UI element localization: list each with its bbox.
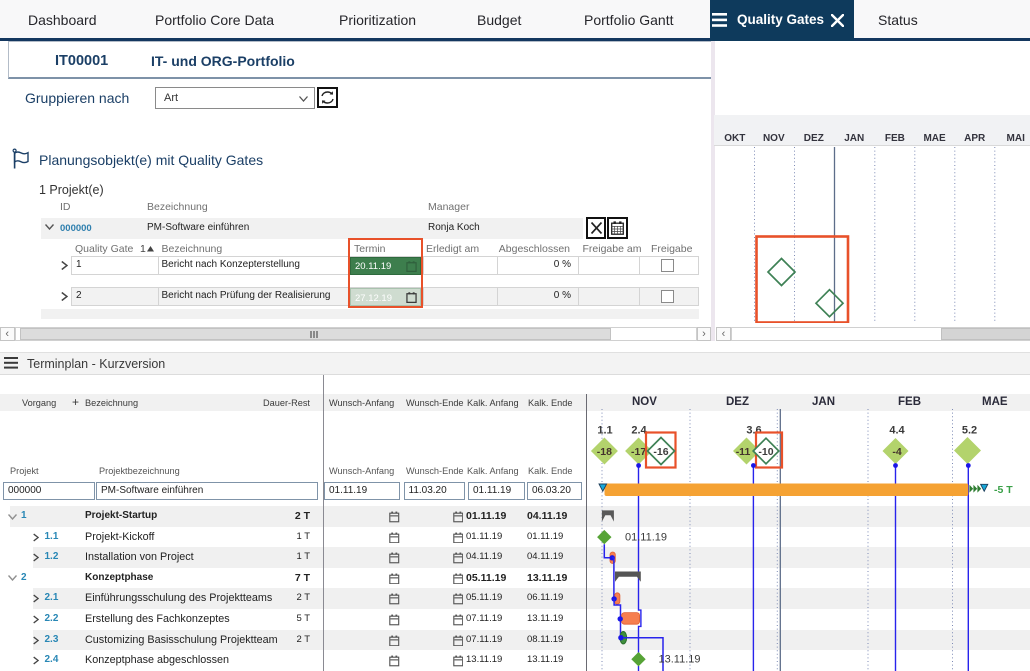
svg-text:4.4: 4.4 xyxy=(889,424,905,436)
svg-text:-17: -17 xyxy=(631,446,646,458)
svg-text:1.1: 1.1 xyxy=(597,424,612,436)
svg-text:APR: APR xyxy=(964,133,986,144)
svg-text:-4: -4 xyxy=(892,446,901,458)
svg-text:-5 T: -5 T xyxy=(994,484,1013,496)
svg-text:-10: -10 xyxy=(758,446,773,458)
svg-text:-11: -11 xyxy=(736,446,751,458)
svg-text:OKT: OKT xyxy=(724,133,745,144)
svg-text:JAN: JAN xyxy=(844,133,864,144)
svg-text:NOV: NOV xyxy=(763,133,785,144)
svg-text:-18: -18 xyxy=(597,446,612,458)
svg-text:01.11.19: 01.11.19 xyxy=(625,531,667,543)
svg-text:FEB: FEB xyxy=(885,133,905,144)
svg-text:MAE: MAE xyxy=(923,133,946,144)
svg-text:5.2: 5.2 xyxy=(962,424,977,436)
svg-text:MAI: MAI xyxy=(1007,133,1026,144)
svg-text:-16: -16 xyxy=(653,446,668,458)
svg-text:DEZ: DEZ xyxy=(804,133,824,144)
svg-text:13.11.19: 13.11.19 xyxy=(659,653,701,665)
svg-text:3.6: 3.6 xyxy=(746,424,761,436)
